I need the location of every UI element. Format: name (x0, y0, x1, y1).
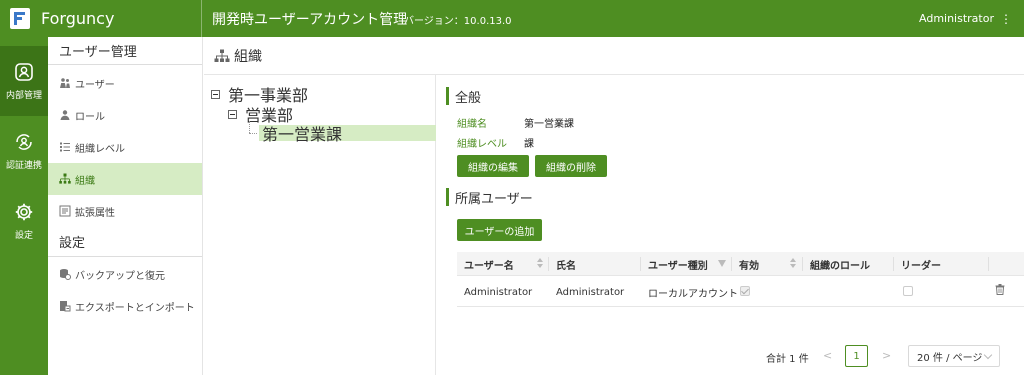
kebab-menu-icon[interactable]: ⋮ (1000, 13, 1012, 25)
trash-icon[interactable] (995, 284, 1005, 295)
enabled-checkbox (740, 286, 750, 296)
filter-icon[interactable] (718, 260, 726, 267)
sidebar-item-export-import[interactable]: エクスポートとインポート (48, 290, 202, 322)
cell-username: Administrator (464, 286, 533, 298)
delete-org-button[interactable]: 組織の削除 (535, 155, 607, 177)
pager-total: 合計 1 件 (766, 354, 809, 365)
sidebar-item-label: エクスポートとインポート (75, 302, 195, 314)
sidebar-item-extended-attributes[interactable]: 拡張属性 (48, 195, 202, 227)
page-1-button[interactable]: 1 (845, 345, 868, 367)
sidebar-item-label: バックアップと復元 (75, 270, 165, 282)
sidebar-item-label: 組織レベル (75, 143, 125, 155)
sort-icon[interactable] (536, 258, 544, 270)
org-name-label: 組織名 (457, 119, 487, 130)
sidebar-section-users: ユーザー管理 (48, 37, 202, 65)
sidebar-item-org-levels[interactable]: 組織レベル (48, 131, 202, 163)
next-page-icon[interactable]: > (882, 349, 891, 362)
top-header: Forguncy 開発時ユーザーアカウント管理 バージョン：10.0.13.0 … (0, 0, 1024, 37)
column-separator (640, 257, 641, 271)
column-username[interactable]: ユーザー名 (464, 252, 514, 276)
members-section-title: 所属ユーザー (446, 188, 533, 207)
org-level-icon (59, 141, 71, 153)
header-divider (201, 0, 202, 37)
rail-label-internal: 内部管理 (5, 90, 42, 101)
sync-user-icon (16, 133, 32, 150)
forguncy-logo-icon (10, 8, 30, 29)
collapse-icon[interactable] (211, 89, 220, 99)
leader-checkbox[interactable] (903, 286, 913, 296)
org-name-value: 第一営業課 (524, 119, 574, 130)
rail-label-auth: 認証連携 (5, 160, 42, 171)
tree-node-division[interactable]: 第一事業部 (211, 86, 308, 105)
column-separator (548, 257, 549, 271)
export-icon (59, 300, 71, 312)
column-fullname: 氏名 (556, 260, 576, 272)
sidebar-item-label: 拡張属性 (75, 207, 115, 219)
cell-fullname: Administrator (556, 286, 625, 298)
org-tree-icon (59, 173, 71, 185)
page-size-select[interactable]: 20 件 / ページ (908, 345, 1000, 367)
rail-item-settings[interactable]: 設定 (0, 186, 48, 256)
version-label: バージョン：10.0.13.0 (404, 16, 512, 27)
role-icon (59, 109, 71, 121)
column-separator (893, 257, 894, 271)
brand-name: Forguncy (41, 9, 115, 28)
add-user-button[interactable]: ユーザーの追加 (457, 219, 542, 241)
rail-label-settings: 設定 (14, 230, 33, 241)
org-level-value: 課 (524, 139, 534, 150)
column-user-type[interactable]: ユーザー種別 (648, 252, 708, 276)
tree-node-sales-dept[interactable]: 営業部 (228, 106, 293, 125)
rail-item-auth[interactable]: 認証連携 (0, 116, 48, 186)
backup-icon (59, 268, 71, 280)
sidebar-section-settings: 設定 (48, 227, 202, 257)
column-separator (731, 257, 732, 271)
sidebar-item-users[interactable]: ユーザー (48, 67, 202, 99)
page-size-value: 20 件 / ページ (917, 352, 983, 364)
gear-icon (15, 203, 33, 220)
column-separator (802, 257, 803, 271)
user-square-icon (15, 62, 33, 81)
page-header: 組織 (204, 37, 1024, 75)
user-menu[interactable]: Administrator ⋮ (919, 12, 1012, 25)
sidebar-item-backup[interactable]: バックアップと復元 (48, 258, 202, 290)
edit-org-button[interactable]: 組織の編集 (457, 155, 529, 177)
column-leader: リーダー (901, 260, 941, 272)
brand: Forguncy (0, 0, 201, 37)
members-table-header: ユーザー名 氏名 ユーザー種別 有効 組織のロール リーダー (457, 252, 1024, 276)
ext-attr-icon (59, 205, 71, 217)
table-row: Administrator Administrator ローカルアカウント (457, 277, 1024, 307)
user-name: Administrator (919, 12, 994, 25)
sidebar-item-label: ユーザー (75, 79, 115, 91)
prev-page-icon[interactable]: < (823, 349, 832, 362)
chevron-down-icon (983, 350, 993, 360)
sidebar-item-label: 組織 (75, 175, 95, 187)
tree-connector (249, 121, 250, 133)
collapse-icon[interactable] (228, 109, 237, 119)
app-title: 開発時ユーザーアカウント管理 (212, 12, 408, 28)
sidebar-item-roles[interactable]: ロール (48, 99, 202, 131)
sidebar-item-label: ロール (75, 111, 105, 123)
column-enabled[interactable]: 有効 (739, 252, 759, 276)
column-org-role: 組織のロール (810, 260, 870, 272)
sidebar-item-organizations[interactable]: 組織 (48, 163, 202, 195)
general-section-title: 全般 (446, 87, 481, 106)
column-separator (988, 257, 989, 271)
org-tree-icon (214, 49, 230, 62)
org-level-label: 組織レベル (457, 139, 507, 150)
users-icon (59, 77, 71, 89)
tree-node-sales-section-label[interactable]: 第一営業課 (262, 125, 342, 144)
rail-item-internal[interactable]: 内部管理 (0, 46, 48, 116)
tree-node-label: 第一営業課 (262, 125, 343, 144)
sidebar: ユーザー管理 ユーザー ロール 組織レベル 組織 拡張属性 設定 バックアップと… (48, 37, 203, 375)
cell-user-type: ローカルアカウント (648, 288, 738, 300)
left-rail: 内部管理 認証連携 設定 (0, 37, 48, 375)
sort-icon[interactable] (789, 258, 797, 270)
tree-connector (249, 133, 257, 134)
page-title: 組織 (234, 48, 262, 65)
